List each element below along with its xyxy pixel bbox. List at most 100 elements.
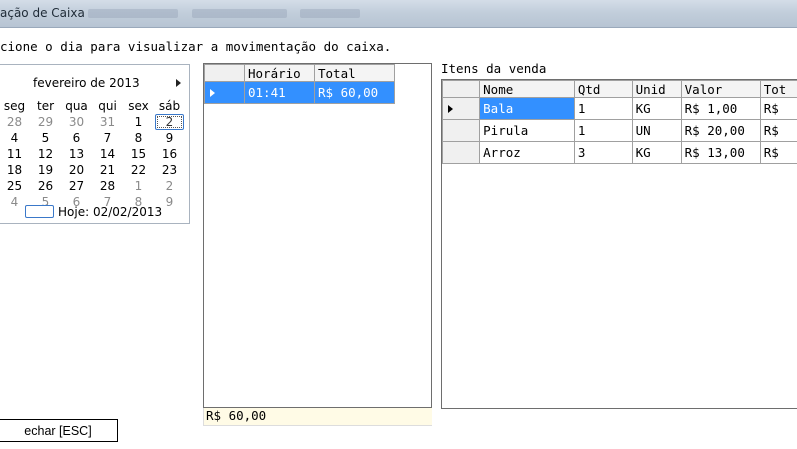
calendar-day[interactable]: 14 <box>92 146 123 162</box>
cell-valor[interactable]: R$ 1,00 <box>680 97 761 120</box>
column-header-horario[interactable]: Horário <box>244 64 315 82</box>
calendar-grid: seg ter qua qui sex sáb 28 29 30 31 1 2 … <box>0 98 191 210</box>
vendas-total-footer: R$ 60,00 <box>203 408 432 426</box>
calendar-day[interactable]: 29 <box>30 114 61 130</box>
calendar-day[interactable]: 8 <box>123 130 154 146</box>
calendar-day[interactable]: 15 <box>123 146 154 162</box>
weekday-label: seg <box>3 99 26 113</box>
column-header-total[interactable]: Total <box>314 64 395 82</box>
calendar-day[interactable]: 18 <box>0 162 30 178</box>
calendar-day[interactable]: 26 <box>30 178 61 194</box>
cell-total[interactable]: R$ <box>759 119 797 142</box>
calendar-day[interactable]: 28 <box>0 114 30 130</box>
vendas-header-row: Horário Total <box>204 64 395 82</box>
cell-qtd[interactable]: 1 <box>573 97 633 120</box>
weekday-label: ter <box>36 99 55 113</box>
calendar-day[interactable]: 1 <box>123 178 154 194</box>
itens-table: Nome Qtd Unid Valor Tot Bala 1 KG R$ 1,0… <box>442 80 797 164</box>
calendar-day[interactable]: 4 <box>0 130 30 146</box>
calendar-day[interactable]: 31 <box>92 114 123 130</box>
calendar-day[interactable]: 22 <box>123 162 154 178</box>
calendar-header: fevereiro de 2013 <box>0 76 191 92</box>
calendar-day[interactable]: 2 <box>154 178 185 194</box>
calendar-week: 25 26 27 28 1 2 <box>0 178 191 194</box>
cell-total[interactable]: R$ <box>759 97 797 120</box>
cell-unid[interactable]: UN <box>631 119 682 142</box>
table-row[interactable]: Arroz 3 KG R$ 13,00 R$ <box>442 141 797 164</box>
calendar-day[interactable]: 25 <box>0 178 30 194</box>
today-marker-icon <box>25 205 54 218</box>
calendar-day[interactable]: 21 <box>92 162 123 178</box>
itens-grid[interactable]: Nome Qtd Unid Valor Tot Bala 1 KG R$ 1,0… <box>441 79 797 409</box>
vendas-table: Horário Total 01:41 R$ 60,00 <box>204 64 395 104</box>
cell-unid[interactable]: KG <box>631 97 682 120</box>
calendar-day[interactable]: 23 <box>154 162 185 178</box>
weekday-label: qua <box>65 99 88 113</box>
calendar-day[interactable]: 13 <box>61 146 92 162</box>
row-header[interactable] <box>442 97 481 120</box>
calendar-month-label: fevereiro de 2013 <box>33 76 140 90</box>
cell-nome[interactable]: Pirula <box>479 119 575 142</box>
calendar-day-selected[interactable]: 2 <box>155 114 184 130</box>
calendar-day[interactable]: 7 <box>92 130 123 146</box>
calendar-week: 28 29 30 31 1 2 <box>0 114 191 130</box>
calendar-day[interactable]: 9 <box>154 130 185 146</box>
calendar-day[interactable]: 27 <box>61 178 92 194</box>
cell-total[interactable]: R$ <box>759 141 797 164</box>
calendar-weekday-row: seg ter qua qui sex sáb <box>0 98 191 114</box>
itens-section-label: Itens da venda <box>441 61 547 76</box>
calendar-day[interactable]: 19 <box>30 162 61 178</box>
calendar-today[interactable]: Hoje: 02/02/2013 <box>25 205 162 219</box>
title-bar-blur <box>192 9 287 18</box>
title-bar-blur <box>88 9 178 18</box>
title-bar-blur <box>300 9 360 18</box>
table-row[interactable]: Bala 1 KG R$ 1,00 R$ <box>442 97 797 120</box>
weekday-label: sex <box>128 99 149 113</box>
calendar-week: 18 19 20 21 22 23 <box>0 162 191 178</box>
current-row-arrow-icon <box>448 105 453 113</box>
window-title: ação de Caixa <box>0 6 85 20</box>
column-header-nome[interactable]: Nome <box>479 80 575 98</box>
current-row-arrow-icon <box>210 89 215 97</box>
cell-valor[interactable]: R$ 13,00 <box>680 141 761 164</box>
cell-qtd[interactable]: 3 <box>573 141 633 164</box>
calendar-day[interactable]: 16 <box>154 146 185 162</box>
itens-header-row: Nome Qtd Unid Valor Tot <box>442 80 797 98</box>
row-header-corner <box>442 80 481 98</box>
calendar-day[interactable]: 30 <box>61 114 92 130</box>
table-row[interactable]: 01:41 R$ 60,00 <box>204 81 395 104</box>
row-header-corner <box>204 64 245 82</box>
column-header-valor[interactable]: Valor <box>680 80 761 98</box>
calendar-day[interactable]: 28 <box>92 178 123 194</box>
calendar-day[interactable]: 1 <box>123 114 154 130</box>
calendar-day[interactable]: 5 <box>30 130 61 146</box>
row-header[interactable] <box>204 81 245 104</box>
weekday-label: sáb <box>158 99 181 113</box>
month-calendar[interactable]: fevereiro de 2013 seg ter qua qui sex sá… <box>0 64 190 224</box>
cell-valor[interactable]: R$ 20,00 <box>680 119 761 142</box>
cell-nome[interactable]: Arroz <box>479 141 575 164</box>
cell-unid[interactable]: KG <box>631 141 682 164</box>
instruction-text: cione o dia para visualizar a movimentaç… <box>0 39 392 54</box>
cell-nome[interactable]: Bala <box>479 97 575 120</box>
calendar-day[interactable]: 6 <box>61 130 92 146</box>
column-header-total[interactable]: Tot <box>759 80 797 98</box>
vendas-grid[interactable]: Horário Total 01:41 R$ 60,00 <box>203 63 432 408</box>
calendar-day[interactable]: 20 <box>61 162 92 178</box>
cell-total[interactable]: R$ 60,00 <box>314 81 395 104</box>
title-bar: ação de Caixa <box>0 0 797 28</box>
next-month-arrow-icon[interactable] <box>176 79 181 87</box>
cell-qtd[interactable]: 1 <box>573 119 633 142</box>
today-label: Hoje: 02/02/2013 <box>58 205 163 219</box>
calendar-day[interactable]: 12 <box>30 146 61 162</box>
column-header-qtd[interactable]: Qtd <box>573 80 633 98</box>
cell-horario[interactable]: 01:41 <box>244 81 315 104</box>
weekday-label: qui <box>98 99 117 113</box>
calendar-day[interactable]: 11 <box>0 146 30 162</box>
column-header-unid[interactable]: Unid <box>631 80 682 98</box>
fechar-button[interactable]: echar [ESC] <box>0 419 118 442</box>
calendar-week: 4 5 6 7 8 9 <box>0 130 191 146</box>
row-header[interactable] <box>442 141 481 164</box>
row-header[interactable] <box>442 119 481 142</box>
table-row[interactable]: Pirula 1 UN R$ 20,00 R$ <box>442 119 797 142</box>
